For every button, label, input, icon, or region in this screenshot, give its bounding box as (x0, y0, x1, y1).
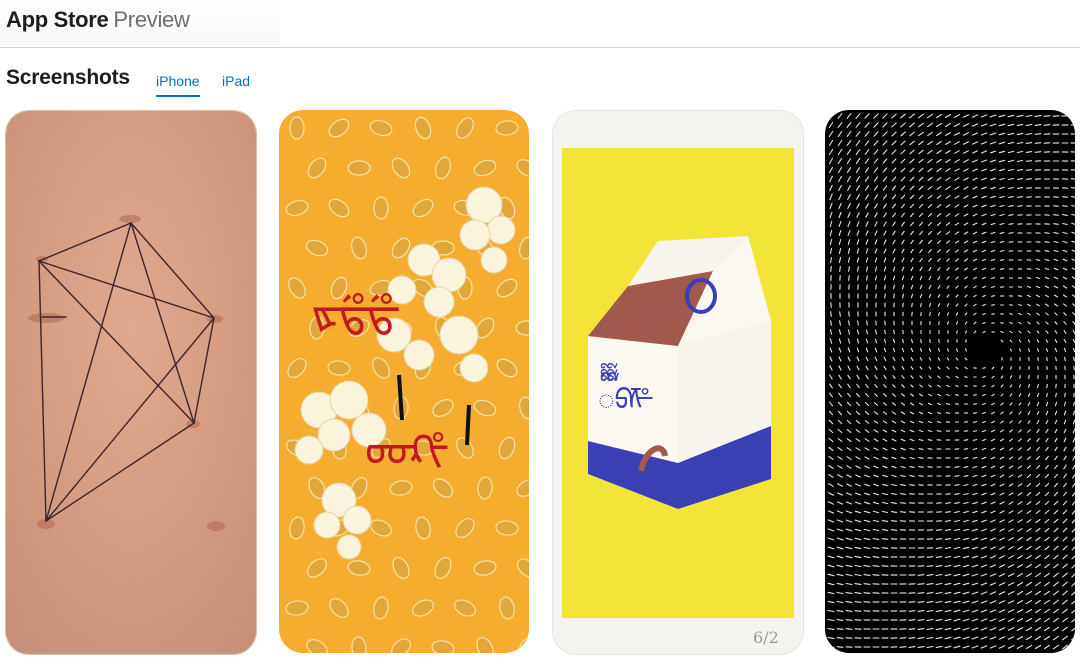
app-store-preview-title: App Store Preview (6, 7, 190, 33)
popcorn-image: ᢘᢡᢡ ᡂᡘᡲ (279, 110, 529, 653)
popcorn-text-top: ᢘᢡᢡ (311, 285, 401, 339)
tab-ipad[interactable]: iPad (222, 73, 250, 89)
screenshot-3[interactable]: ᢅᢆᢒᢝ 6/2 (552, 110, 804, 655)
milk-carton-print-image: ᢅᢆᢒᢝ 6/2 (553, 111, 803, 654)
screenshot-4[interactable] (825, 110, 1075, 653)
popcorn-text-bottom: ᡂᡘᡲ (365, 425, 449, 476)
screenshot-1[interactable] (5, 110, 257, 655)
tab-iphone[interactable]: iPhone (156, 73, 200, 97)
brand-main: App Store (6, 7, 109, 32)
brand-sub: Preview (113, 7, 190, 32)
stitched-skin-image (6, 111, 256, 654)
screenshots-heading: Screenshots (6, 66, 130, 89)
flow-field-image (825, 110, 1075, 653)
print-number: 6/2 (753, 628, 779, 647)
app-header: App Store Preview (0, 0, 1080, 48)
screenshot-2[interactable]: ᢘᢡᢡ ᡂᡘᡲ (279, 110, 529, 653)
